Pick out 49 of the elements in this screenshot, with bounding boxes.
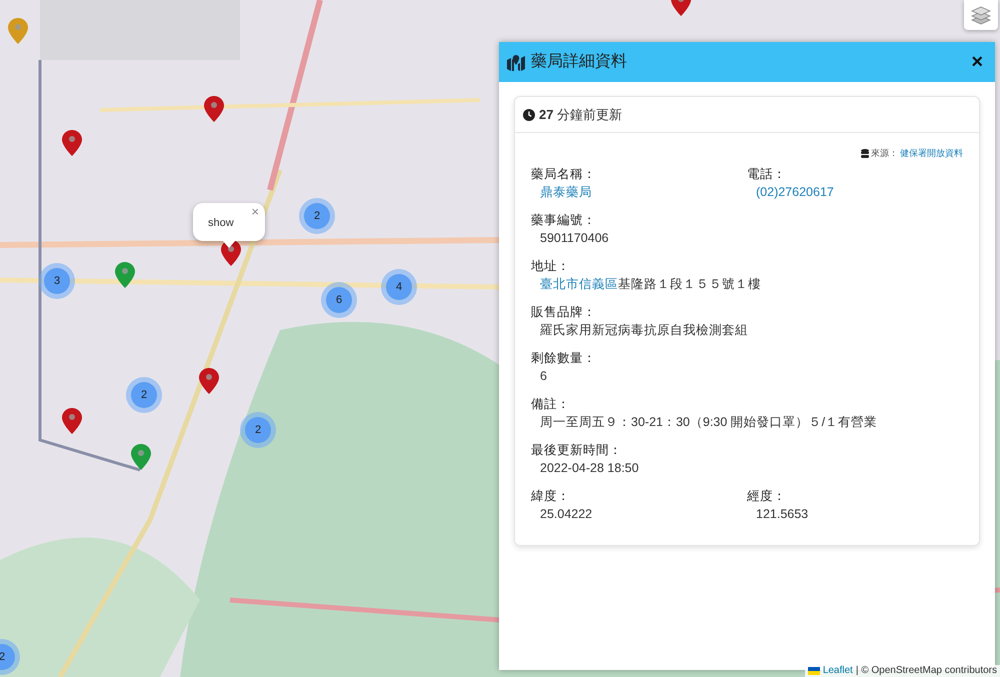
map-pin-icon[interactable]: [62, 408, 82, 434]
field-label: 最後更新時間：: [531, 442, 623, 458]
update-time-text: 27 分鐘前更新: [539, 106, 622, 124]
close-button[interactable]: ×: [967, 52, 987, 72]
map-pin-icon[interactable]: [199, 368, 219, 394]
flag-icon: [808, 667, 820, 675]
address-link[interactable]: 臺北市信義區: [540, 276, 618, 290]
attribution-text: | © OpenStreetMap contributors: [856, 665, 997, 677]
field-value: 6: [539, 368, 548, 384]
database-icon: [861, 149, 869, 158]
field-value: 周一至周五９：30-21：30（9:30 開始發口罩）５/１有營業: [539, 414, 878, 430]
field-label: 經度：: [747, 488, 787, 504]
cluster-marker[interactable]: 6: [321, 282, 357, 318]
layers-button[interactable]: [964, 0, 998, 30]
cluster-marker[interactable]: 2: [299, 198, 335, 234]
map-marker-icon: [507, 54, 525, 71]
field-value: 121.5653: [755, 506, 810, 522]
source-link[interactable]: 健保署開放資料: [900, 147, 963, 160]
cluster-marker[interactable]: 4: [381, 269, 417, 305]
field-label: 剩餘數量：: [531, 350, 597, 366]
field-value: 羅氏家用新冠病毒抗原自我檢測套組: [539, 322, 749, 338]
field-label: 備註：: [531, 396, 571, 412]
field-label: 藥事編號：: [531, 212, 597, 228]
map-pin-icon[interactable]: [204, 96, 224, 122]
field-label: 販售品牌：: [531, 304, 597, 320]
map-pin-icon[interactable]: [221, 240, 241, 266]
field-value: 2022-04-28 18:50: [539, 460, 640, 476]
field-value: 基隆路１段１５５號１樓: [618, 276, 761, 290]
field-link[interactable]: (02)27620617: [756, 184, 834, 198]
field-label: 藥局名稱：: [531, 166, 597, 182]
popup-text: show: [208, 216, 234, 231]
cluster-marker[interactable]: 3: [39, 263, 75, 299]
clock-icon: [523, 108, 535, 120]
field-label: 地址：: [531, 258, 571, 274]
panel-title: 藥局詳細資料: [531, 52, 627, 72]
popup-background: [193, 203, 265, 241]
field-value: 25.04222: [539, 506, 594, 522]
field-link[interactable]: 鼎泰藥局: [540, 184, 592, 198]
layers-icon: [971, 5, 991, 25]
field-label: 電話：: [747, 166, 787, 182]
cluster-marker[interactable]: 2: [240, 412, 276, 448]
close-button[interactable]: ×: [249, 203, 261, 220]
field-value: 5901170406: [539, 230, 610, 246]
field-label: 緯度：: [531, 488, 571, 504]
map-pin-icon[interactable]: [62, 130, 82, 156]
popup-pointer: [222, 240, 236, 248]
cluster-marker[interactable]: 2: [126, 377, 162, 413]
source-label: 來源：: [871, 147, 898, 160]
leaflet-link[interactable]: Leaflet: [822, 665, 853, 677]
